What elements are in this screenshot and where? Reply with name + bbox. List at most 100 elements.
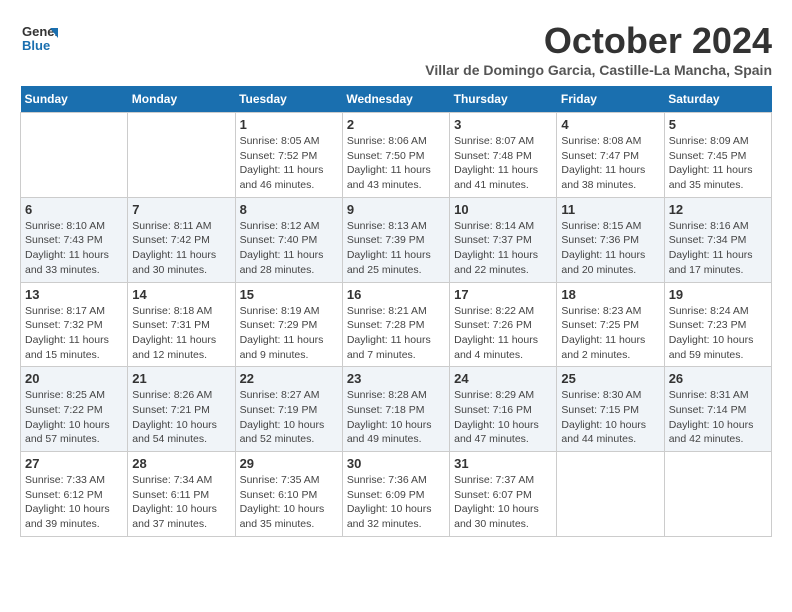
day-number: 9 [347, 202, 445, 217]
day-number: 10 [454, 202, 552, 217]
header-tuesday: Tuesday [235, 86, 342, 113]
day-number: 31 [454, 456, 552, 471]
table-row: 3 Sunrise: 8:07 AM Sunset: 7:48 PM Daylig… [450, 113, 557, 198]
table-row: 18 Sunrise: 8:23 AM Sunset: 7:25 PM Dayli… [557, 282, 664, 367]
table-row: 1Sunrise: 8:05 AM Sunset: 7:52 PM Daylig… [235, 113, 342, 198]
day-info: Sunrise: 7:36 AM Sunset: 6:09 PM Dayligh… [347, 473, 445, 532]
month-title: October 2024 [62, 20, 772, 62]
day-number: 7 [132, 202, 230, 217]
day-number: 12 [669, 202, 767, 217]
table-row [21, 113, 128, 198]
table-row [664, 452, 771, 537]
day-info: Sunrise: 8:15 AM Sunset: 7:36 PM Dayligh… [561, 219, 659, 278]
day-number: 16 [347, 287, 445, 302]
day-info: Sunrise: 8:21 AM Sunset: 7:28 PM Dayligh… [347, 304, 445, 363]
day-number: 6 [25, 202, 123, 217]
header-sunday: Sunday [21, 86, 128, 113]
table-row: 2 Sunrise: 8:06 AM Sunset: 7:50 PM Daylig… [342, 113, 449, 198]
day-number: 20 [25, 371, 123, 386]
table-row: 27Sunrise: 7:33 AM Sunset: 6:12 PM Dayli… [21, 452, 128, 537]
day-number: 23 [347, 371, 445, 386]
day-info: Sunrise: 8:14 AM Sunset: 7:37 PM Dayligh… [454, 219, 552, 278]
table-row: 21Sunrise: 8:26 AM Sunset: 7:21 PM Dayli… [128, 367, 235, 452]
day-info: Sunrise: 7:37 AM Sunset: 6:07 PM Dayligh… [454, 473, 552, 532]
table-row: 16 Sunrise: 8:21 AM Sunset: 7:28 PM Dayli… [342, 282, 449, 367]
table-row: 30 Sunrise: 7:36 AM Sunset: 6:09 PM Dayli… [342, 452, 449, 537]
day-info: Sunrise: 8:05 AM Sunset: 7:52 PM Dayligh… [240, 134, 338, 193]
table-row: 15 Sunrise: 8:19 AM Sunset: 7:29 PM Dayli… [235, 282, 342, 367]
day-number: 5 [669, 117, 767, 132]
day-info: Sunrise: 8:25 AM Sunset: 7:22 PM Dayligh… [25, 388, 123, 447]
table-row: 6 Sunrise: 8:10 AM Sunset: 7:43 PM Daylig… [21, 197, 128, 282]
table-row: 10 Sunrise: 8:14 AM Sunset: 7:37 PM Dayli… [450, 197, 557, 282]
table-row: 11 Sunrise: 8:15 AM Sunset: 7:36 PM Dayli… [557, 197, 664, 282]
day-info: Sunrise: 8:13 AM Sunset: 7:39 PM Dayligh… [347, 219, 445, 278]
day-number: 2 [347, 117, 445, 132]
header-wednesday: Wednesday [342, 86, 449, 113]
table-row: 5 Sunrise: 8:09 AM Sunset: 7:45 PM Daylig… [664, 113, 771, 198]
day-number: 17 [454, 287, 552, 302]
day-info: Sunrise: 7:35 AM Sunset: 6:10 PM Dayligh… [240, 473, 338, 532]
location-subtitle: Villar de Domingo Garcia, Castille-La Ma… [62, 62, 772, 78]
table-row: 8 Sunrise: 8:12 AM Sunset: 7:40 PM Daylig… [235, 197, 342, 282]
table-row: 14Sunrise: 8:18 AM Sunset: 7:31 PM Dayli… [128, 282, 235, 367]
table-row: 7 Sunrise: 8:11 AM Sunset: 7:42 PM Daylig… [128, 197, 235, 282]
table-row: 4 Sunrise: 8:08 AM Sunset: 7:47 PM Daylig… [557, 113, 664, 198]
day-info: Sunrise: 8:23 AM Sunset: 7:25 PM Dayligh… [561, 304, 659, 363]
calendar-table: Sunday Monday Tuesday Wednesday Thursday… [20, 86, 772, 537]
header-friday: Friday [557, 86, 664, 113]
day-number: 13 [25, 287, 123, 302]
table-row: 25Sunrise: 8:30 AM Sunset: 7:15 PM Dayli… [557, 367, 664, 452]
day-number: 24 [454, 371, 552, 386]
day-info: Sunrise: 8:22 AM Sunset: 7:26 PM Dayligh… [454, 304, 552, 363]
table-row: 29Sunrise: 7:35 AM Sunset: 6:10 PM Dayli… [235, 452, 342, 537]
day-info: Sunrise: 7:34 AM Sunset: 6:11 PM Dayligh… [132, 473, 230, 532]
day-info: Sunrise: 8:29 AM Sunset: 7:16 PM Dayligh… [454, 388, 552, 447]
day-number: 3 [454, 117, 552, 132]
day-info: Sunrise: 8:17 AM Sunset: 7:32 PM Dayligh… [25, 304, 123, 363]
header-saturday: Saturday [664, 86, 771, 113]
day-number: 26 [669, 371, 767, 386]
day-info: Sunrise: 8:26 AM Sunset: 7:21 PM Dayligh… [132, 388, 230, 447]
table-row: 20 Sunrise: 8:25 AM Sunset: 7:22 PM Dayli… [21, 367, 128, 452]
day-number: 30 [347, 456, 445, 471]
day-number: 11 [561, 202, 659, 217]
day-number: 25 [561, 371, 659, 386]
day-info: Sunrise: 8:12 AM Sunset: 7:40 PM Dayligh… [240, 219, 338, 278]
header-thursday: Thursday [450, 86, 557, 113]
svg-text:General: General [22, 24, 58, 39]
table-row: 28 Sunrise: 7:34 AM Sunset: 6:11 PM Dayli… [128, 452, 235, 537]
table-row: 26Sunrise: 8:31 AM Sunset: 7:14 PM Dayli… [664, 367, 771, 452]
day-info: Sunrise: 8:28 AM Sunset: 7:18 PM Dayligh… [347, 388, 445, 447]
day-number: 22 [240, 371, 338, 386]
day-info: Sunrise: 8:09 AM Sunset: 7:45 PM Dayligh… [669, 134, 767, 193]
table-row [128, 113, 235, 198]
day-number: 28 [132, 456, 230, 471]
table-row: 12 Sunrise: 8:16 AM Sunset: 7:34 PM Dayli… [664, 197, 771, 282]
day-info: Sunrise: 8:18 AM Sunset: 7:31 PM Dayligh… [132, 304, 230, 363]
day-number: 18 [561, 287, 659, 302]
day-info: Sunrise: 8:19 AM Sunset: 7:29 PM Dayligh… [240, 304, 338, 363]
header-monday: Monday [128, 86, 235, 113]
table-row: 17 Sunrise: 8:22 AM Sunset: 7:26 PM Dayli… [450, 282, 557, 367]
table-row: 23 Sunrise: 8:28 AM Sunset: 7:18 PM Dayli… [342, 367, 449, 452]
day-info: Sunrise: 8:16 AM Sunset: 7:34 PM Dayligh… [669, 219, 767, 278]
day-info: Sunrise: 8:07 AM Sunset: 7:48 PM Dayligh… [454, 134, 552, 193]
table-row: 9 Sunrise: 8:13 AM Sunset: 7:39 PM Daylig… [342, 197, 449, 282]
day-number: 8 [240, 202, 338, 217]
table-row: 24 Sunrise: 8:29 AM Sunset: 7:16 PM Dayli… [450, 367, 557, 452]
title-section: October 2024 Villar de Domingo Garcia, C… [62, 20, 772, 78]
logo: General Blue [20, 20, 62, 63]
day-info: Sunrise: 8:10 AM Sunset: 7:43 PM Dayligh… [25, 219, 123, 278]
table-row: 31 Sunrise: 7:37 AM Sunset: 6:07 PM Dayli… [450, 452, 557, 537]
day-info: Sunrise: 8:27 AM Sunset: 7:19 PM Dayligh… [240, 388, 338, 447]
day-number: 19 [669, 287, 767, 302]
day-number: 27 [25, 456, 123, 471]
day-info: Sunrise: 8:06 AM Sunset: 7:50 PM Dayligh… [347, 134, 445, 193]
day-info: Sunrise: 8:24 AM Sunset: 7:23 PM Dayligh… [669, 304, 767, 363]
day-number: 4 [561, 117, 659, 132]
day-number: 15 [240, 287, 338, 302]
table-row: 22 Sunrise: 8:27 AM Sunset: 7:19 PM Dayli… [235, 367, 342, 452]
day-info: Sunrise: 8:08 AM Sunset: 7:47 PM Dayligh… [561, 134, 659, 193]
day-info: Sunrise: 8:11 AM Sunset: 7:42 PM Dayligh… [132, 219, 230, 278]
